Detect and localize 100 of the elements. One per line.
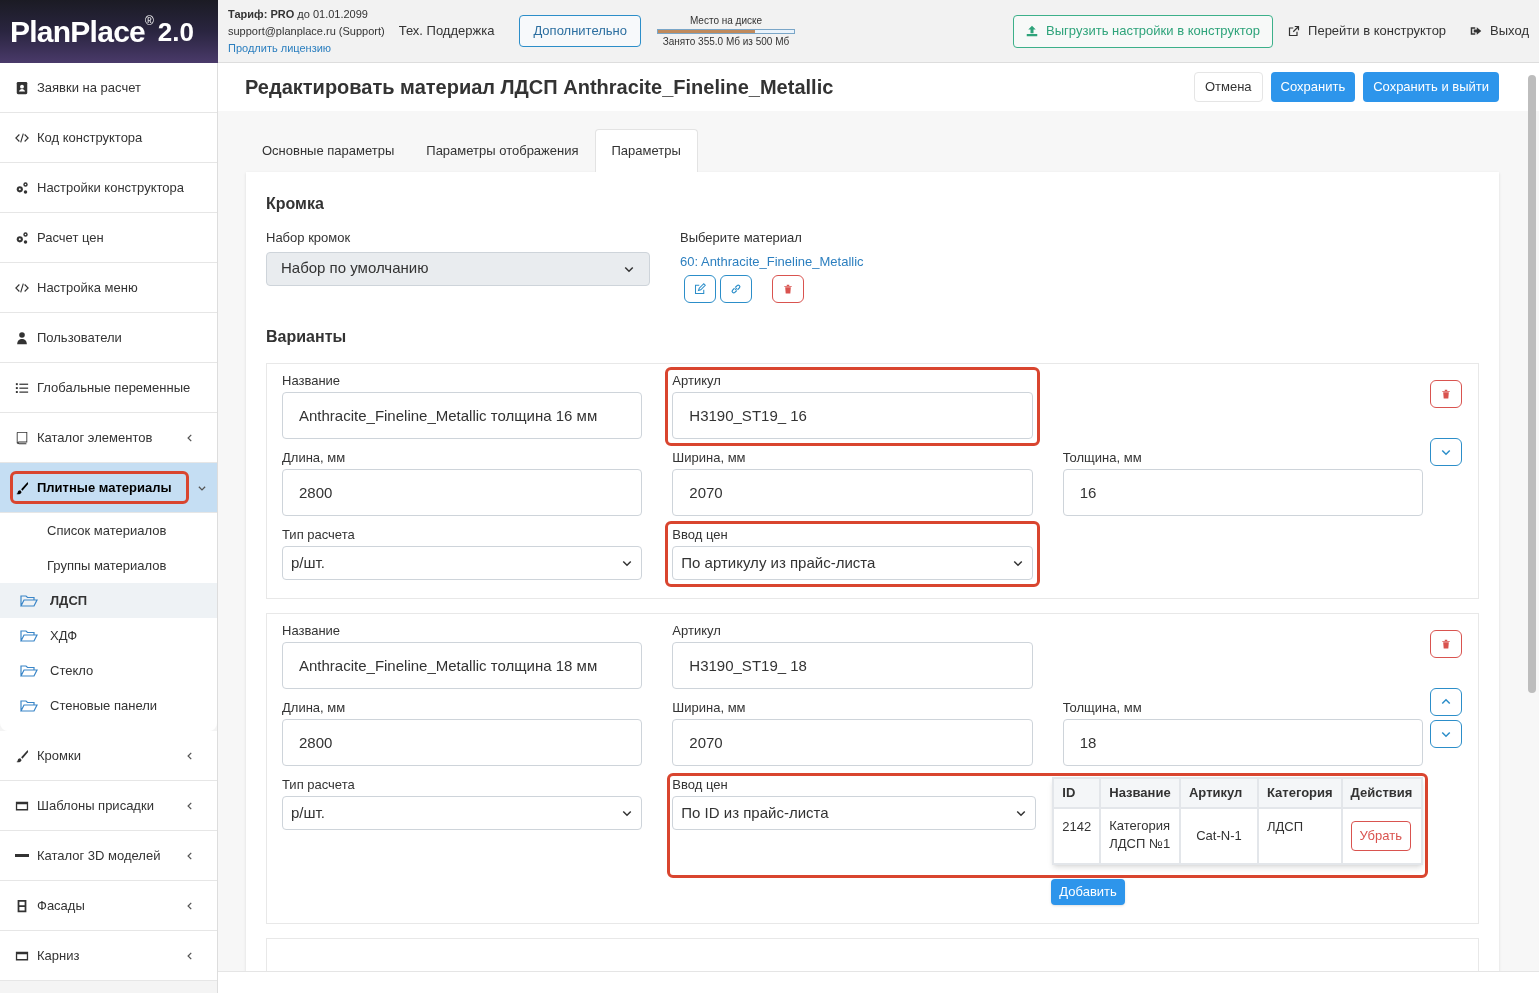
sidebar-label: Карниз: [37, 946, 80, 965]
column-header: Название: [1100, 778, 1180, 808]
user-icon: [15, 330, 29, 345]
sidebar-item[interactable]: Шаблоны присадки: [0, 781, 217, 831]
field-label: Название: [282, 624, 342, 638]
table-cell: ЛДСП: [1257, 808, 1342, 864]
sidebar-item[interactable]: Код конструктора: [0, 113, 217, 163]
sidebar-item[interactable]: Плитные материалы: [0, 463, 217, 513]
field-label: Тип расчета: [282, 528, 356, 542]
logo-version: 2.0: [157, 18, 194, 45]
link-button[interactable]: [720, 275, 752, 303]
folder-icon: [20, 663, 38, 678]
text-field[interactable]: 2800: [282, 719, 643, 766]
sidebar-label: Код конструктора: [37, 128, 143, 147]
text-field[interactable]: H3190_ST19_ 18: [672, 642, 1033, 689]
sidebar-item[interactable]: Кромки: [0, 731, 217, 781]
field-label: Набор кромок: [266, 229, 352, 247]
text-field[interactable]: 16: [1062, 469, 1423, 516]
folder-label: Стекло: [50, 661, 94, 680]
remove-button[interactable]: Убрать: [1350, 821, 1411, 851]
sidebar-item[interactable]: Настройка меню: [0, 263, 217, 313]
logo[interactable]: PlanPlace®2.0: [0, 0, 218, 63]
move-down-button[interactable]: [1430, 720, 1462, 748]
sidebar-item[interactable]: Расчет цен: [0, 213, 217, 263]
trash-icon: [783, 284, 793, 294]
open-constructor-link[interactable]: Перейти в конструктор: [1288, 21, 1447, 41]
chevron-left-icon: [185, 950, 195, 961]
delete-button[interactable]: [1430, 630, 1462, 658]
field-label: Ширина, мм: [672, 451, 747, 465]
sidebar-label: Настройка меню: [37, 278, 138, 297]
page-title: Редактировать материал ЛДСП Anthracite_Fineline_Metallic: [245, 75, 834, 100]
tab[interactable]: Основные параметры: [246, 129, 411, 172]
upload-icon: [1026, 25, 1039, 37]
move-up-button[interactable]: [1430, 688, 1462, 716]
text-field[interactable]: 2070: [672, 469, 1033, 516]
sidebar-item[interactable]: Каталог элементов: [0, 413, 217, 463]
registered-mark: ®: [145, 13, 154, 28]
select-field[interactable]: Набор по умолчанию: [266, 251, 650, 286]
folder-item[interactable]: ХДФ: [0, 618, 217, 653]
folder-item[interactable]: Стекло: [0, 653, 217, 688]
folder-icon: [20, 593, 38, 608]
sidebar-item[interactable]: Глобальные переменные: [0, 363, 217, 413]
table-cell: Категория ЛДСП №1: [1100, 808, 1180, 864]
field-label: Выберите материал: [680, 229, 803, 247]
chevron-left-icon: [185, 750, 195, 761]
select-field[interactable]: По артикулу из прайс-листа: [672, 546, 1033, 580]
delete-button[interactable]: [772, 275, 804, 303]
folder-icon: [20, 628, 38, 643]
section-title: Варианты: [266, 327, 348, 347]
sidebar-label: Заявки на расчет: [37, 78, 141, 97]
text-field[interactable]: Anthracite_Fineline_Metallic толщина 16 мм: [282, 392, 643, 439]
select-value: Набор по умолчанию: [281, 258, 429, 279]
tab[interactable]: Параметры: [594, 129, 698, 172]
edit-button[interactable]: [684, 275, 716, 303]
support-link[interactable]: Тех. Поддержка: [398, 21, 495, 41]
tab[interactable]: Параметры отображения: [410, 129, 595, 172]
column-header: Артикул: [1179, 778, 1258, 808]
sidebar-item[interactable]: Настройки конструктора: [0, 163, 217, 213]
logo-text: PlanPlace: [10, 16, 145, 47]
sidebar-item[interactable]: Заявки на расчет: [0, 63, 217, 113]
field-label: Тип расчета: [282, 778, 356, 792]
text-field[interactable]: 2800: [282, 469, 643, 516]
text-field[interactable]: Anthracite_Fineline_Metallic толщина 18 мм: [282, 642, 643, 689]
field-label: Название: [282, 374, 342, 388]
column-header: Действия: [1341, 778, 1422, 808]
edit-icon: [694, 283, 706, 295]
link-icon: [730, 283, 742, 295]
trash-icon: [1441, 639, 1451, 649]
renew-link[interactable]: Продлить лицензию: [228, 39, 385, 57]
text-field[interactable]: 2070: [672, 719, 1033, 766]
select-value: р/шт.: [291, 802, 325, 823]
field-label: Длина, мм: [282, 451, 347, 465]
text-field[interactable]: H3190_ST19_ 16: [672, 392, 1033, 439]
folder-item[interactable]: Стеновые панели: [0, 688, 217, 723]
folder-item[interactable]: ЛДСП: [0, 583, 217, 618]
submenu-item[interactable]: Группы материалов: [0, 548, 217, 583]
select-field[interactable]: р/шт.: [282, 546, 643, 580]
trash-icon: [1441, 389, 1451, 399]
brush-icon: [15, 748, 29, 763]
folder-label: Стеновые панели: [50, 696, 158, 715]
sidebar-item[interactable]: Пользователи: [0, 313, 217, 363]
select-field[interactable]: р/шт.: [282, 796, 643, 830]
cancel-button[interactable]: Отмена: [1193, 72, 1263, 102]
sidebar-item[interactable]: Фасады: [0, 881, 217, 931]
move-down-button[interactable]: [1430, 438, 1462, 466]
folder-label: ЛДСП: [50, 591, 88, 610]
material-link[interactable]: 60: Anthracite_Fineline_Metallic: [680, 251, 864, 271]
sidebar-item[interactable]: Каталог 3D моделей: [0, 831, 217, 881]
logout-link[interactable]: Выход: [1470, 21, 1529, 41]
select-field[interactable]: По ID из прайс-листа: [672, 796, 1037, 830]
folder-icon: [20, 698, 38, 713]
list-icon: [15, 380, 29, 395]
submenu-item[interactable]: Список материалов: [0, 513, 217, 548]
field-label: Артикул: [672, 374, 722, 388]
field-label: Толщина, мм: [1062, 451, 1143, 465]
more-button[interactable]: Дополнительно: [519, 15, 641, 47]
chevron-left-icon: [185, 800, 195, 811]
sidebar-item[interactable]: Карниз: [0, 931, 217, 981]
delete-button[interactable]: [1430, 380, 1462, 408]
text-field[interactable]: 18: [1062, 719, 1423, 766]
